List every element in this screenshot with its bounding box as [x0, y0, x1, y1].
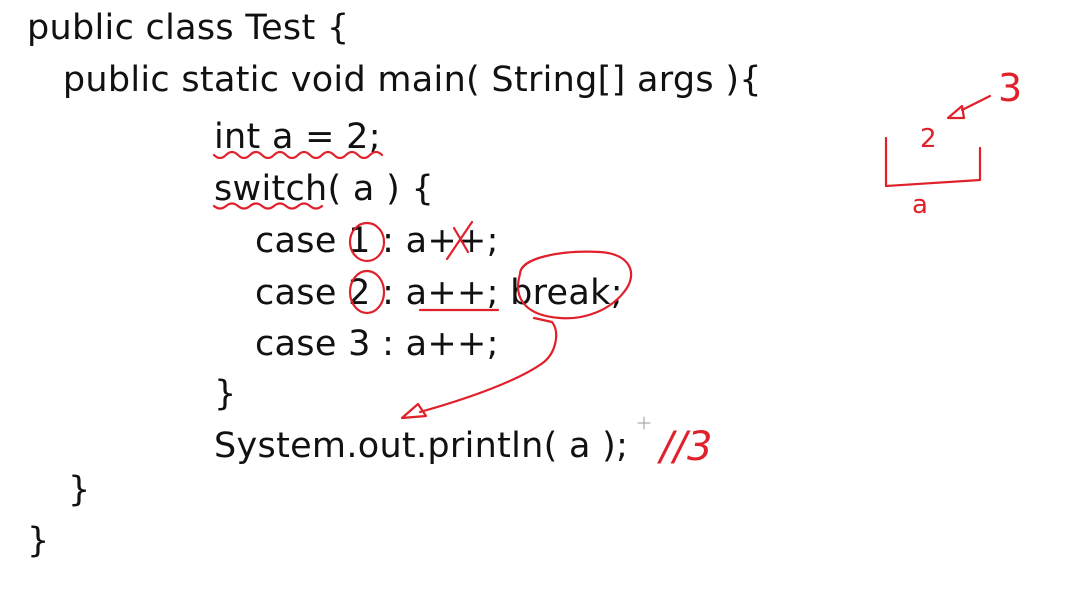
flow-arrowhead	[400, 402, 428, 420]
memory-variable-label: a	[912, 190, 928, 220]
memory-old-value: 2	[920, 124, 937, 154]
underline-switch	[212, 202, 324, 210]
memory-update-arrow	[960, 94, 992, 112]
underline-int-declaration	[212, 150, 384, 160]
memory-new-value: 3	[998, 66, 1023, 110]
ink-annotations	[212, 94, 992, 430]
flow-arrow-to-println	[418, 316, 558, 414]
circle-case-1	[348, 221, 386, 263]
output-result-comment: //3	[660, 424, 713, 470]
circle-case-2	[348, 269, 386, 315]
loop-around-break	[517, 250, 633, 320]
cursor-crosshair	[637, 416, 651, 430]
cross-out-increment	[445, 220, 474, 261]
memory-update-arrowhead	[946, 104, 966, 120]
